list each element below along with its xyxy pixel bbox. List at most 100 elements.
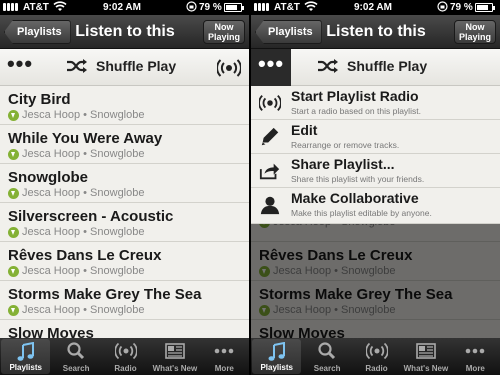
battery-icon [224,3,244,12]
tab-label: Search [313,364,341,373]
track-title: Storms Make Grey The Sea [8,286,202,303]
radio-icon [114,342,137,360]
downloaded-icon [8,265,19,277]
track-title: Silverscreen - Acoustic [8,208,174,225]
track-list: City Bird Jesca Hoop • Snowglobe While Y… [0,86,249,338]
menu-item-title: Make Collaborative [291,190,419,206]
track-title: City Bird [8,91,71,108]
downloaded-icon [8,148,19,160]
carrier-label: AT&T [274,2,300,13]
shuffle-play-label: Shuffle Play [96,58,177,74]
tab-more[interactable]: More [200,338,249,375]
menu-item-title: Share Playlist... [291,156,395,172]
tab-label: Radio [114,364,137,373]
tab-radio[interactable]: Radio [101,338,150,375]
menu-item-title: Start Playlist Radio [291,88,419,104]
track-title: Snowglobe [8,169,88,186]
now-playing-button[interactable]: Now Playing [454,20,496,44]
tab-search[interactable]: Search [51,338,100,375]
playlist-options-menu: Start Playlist Radio Start a radio based… [251,86,500,224]
track-row[interactable]: Rêves Dans Le Creux Jesca Hoop • Snowglo… [0,242,249,281]
nav-bar: Playlists Listen to this Now Playing [251,15,500,49]
menu-item-description: Make this playlist editable by anyone. [291,208,432,218]
signal-icon [3,3,18,11]
menu-item-description: Start a radio based on this playlist. [291,106,421,116]
tab-bar: Playlists Search Radio What's New More [0,338,249,375]
shuffle-play-label: Shuffle Play [347,58,428,74]
tab-label: Search [62,364,90,373]
signal-icon [254,3,269,11]
orientation-lock-icon [437,1,448,12]
now-playing-button[interactable]: Now Playing [203,20,245,44]
track-row[interactable]: Snowglobe Jesca Hoop • Snowglobe [0,164,249,203]
downloaded-icon [8,226,19,238]
track-title: Slow Moves [8,325,94,338]
clock-label: 9:02 AM [103,2,141,13]
track-row[interactable]: Storms Make Grey The Sea Jesca Hoop • Sn… [0,281,249,320]
menu-item-edit[interactable]: Edit Rearrange or remove tracks. [251,120,500,154]
track-artist-album: Jesca Hoop • Snowglobe [22,226,145,238]
news-icon [165,343,185,359]
wifi-icon [304,1,318,11]
pencil-icon [261,127,279,146]
tab-label: Playlists [260,363,293,372]
track-artist-album: Jesca Hoop • Snowglobe [22,265,145,277]
menu-item-title: Edit [291,122,318,138]
phone-screen-playlist: AT&T 9:02 AM 79 % Playlists Listen to th… [0,0,249,375]
tab-label: Playlists [9,363,42,372]
tab-bar: Playlists Search Radio What's New More [251,338,500,375]
orientation-lock-icon [186,1,197,12]
carrier-label: AT&T [23,2,49,13]
tab-whats-new[interactable]: What's New [150,338,199,375]
track-subtitle: Jesca Hoop • Snowglobe [8,187,144,199]
battery-label: 79 % [450,2,473,13]
tab-whats-new[interactable]: What's New [401,338,450,375]
menu-item-make-collaborative[interactable]: Make Collaborative Make this playlist ed… [251,188,500,224]
shuffle-icon [67,59,87,73]
page-title: Listen to this [326,23,426,40]
radio-icon [259,95,281,111]
track-row[interactable]: Silverscreen - Acoustic Jesca Hoop • Sno… [0,203,249,242]
track-title: While You Were Away [8,130,163,147]
menu-item-share[interactable]: Share Playlist... Share this playlist wi… [251,154,500,188]
clock-label: 9:02 AM [354,2,392,13]
radio-icon[interactable] [217,58,241,78]
tab-more[interactable]: More [451,338,500,375]
menu-item-description: Share this playlist with your friends. [291,174,425,184]
more-options-button[interactable]: ••• [251,49,291,86]
track-artist-album: Jesca Hoop • Snowglobe [22,109,145,121]
share-icon [259,163,280,180]
tab-playlists[interactable]: Playlists [1,339,51,374]
search-icon [67,342,85,360]
shuffle-play-button[interactable]: Shuffle Play [317,58,427,74]
track-row[interactable]: Slow Moves [0,320,249,338]
menu-item-description: Rearrange or remove tracks. [291,140,400,150]
more-options-button[interactable]: ••• [0,49,40,86]
radio-icon [365,342,388,360]
track-row[interactable]: While You Were Away Jesca Hoop • Snowglo… [0,125,249,164]
tab-label: More [465,364,485,373]
status-bar: AT&T 9:02 AM 79 % [251,0,500,15]
wifi-icon [53,1,67,11]
more-dots-icon [215,348,234,354]
track-row[interactable]: City Bird Jesca Hoop • Snowglobe [0,86,249,125]
track-subtitle: Jesca Hoop • Snowglobe [8,265,144,277]
shuffle-play-button[interactable]: Shuffle Play [66,58,176,74]
news-icon [416,343,436,359]
shuffle-icon [318,59,338,73]
action-bar: ••• Shuffle Play [251,49,500,86]
person-icon [260,196,280,215]
track-title: Rêves Dans Le Creux [8,247,162,264]
search-icon [318,342,336,360]
menu-item-start-radio[interactable]: Start Playlist Radio Start a radio based… [251,86,500,120]
downloaded-icon [8,304,19,316]
status-bar: AT&T 9:02 AM 79 % [0,0,249,15]
nav-bar: Playlists Listen to this Now Playing [0,15,249,49]
track-subtitle: Jesca Hoop • Snowglobe [8,226,144,238]
track-artist-album: Jesca Hoop • Snowglobe [22,304,145,316]
tab-label: More [214,364,234,373]
tab-radio[interactable]: Radio [352,338,401,375]
tab-playlists[interactable]: Playlists [252,339,302,374]
tab-search[interactable]: Search [302,338,351,375]
music-note-icon [17,342,34,361]
